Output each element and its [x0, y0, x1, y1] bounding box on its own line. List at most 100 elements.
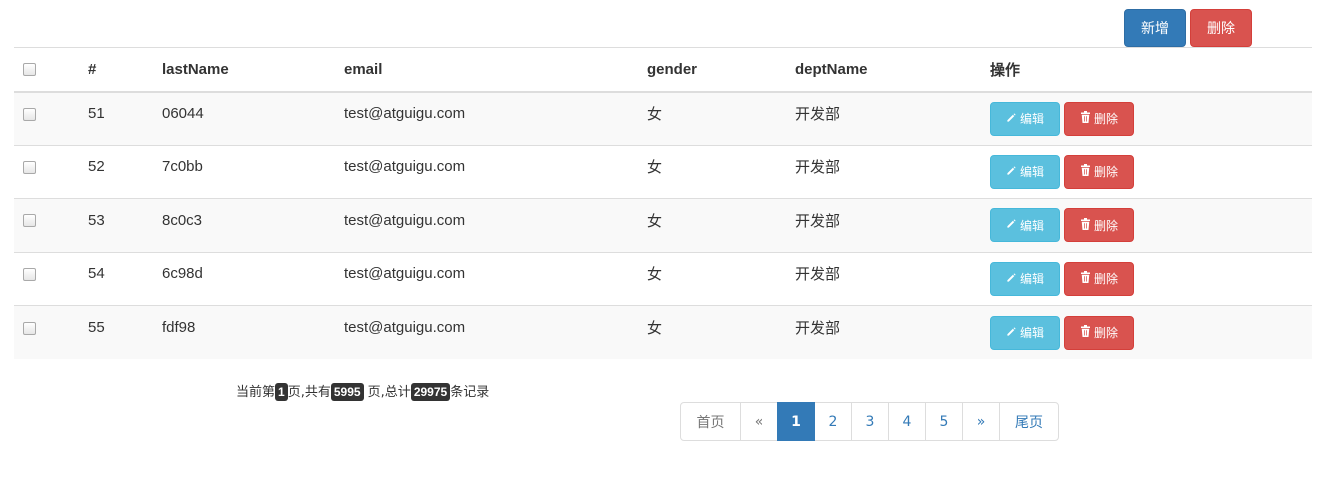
delete-label: 删除: [1093, 218, 1118, 233]
dept-name-text: 开发部: [795, 159, 841, 177]
delete-button[interactable]: 删除: [1064, 261, 1134, 296]
pagination: 首页 « 1 2 3 4 5 » 尾页: [680, 402, 1059, 441]
last-name-text: 7c0bb: [162, 158, 203, 176]
cell-id: 55: [88, 306, 162, 360]
last-name-text: 06044: [162, 105, 204, 122]
cell-id: 53: [88, 199, 162, 253]
pencil-icon: [1006, 218, 1017, 232]
cell-email: test@atguigu.com: [344, 92, 647, 146]
cell-gender: 女: [647, 199, 795, 253]
cell-actions: 编辑 删除: [990, 306, 1312, 360]
last-name-text: fdf98: [162, 319, 196, 336]
dept-name-text: 开发部: [795, 212, 841, 230]
gender-text: 女: [647, 320, 663, 337]
add-button[interactable]: 新增: [1124, 9, 1186, 47]
id-text: 51: [88, 105, 105, 122]
cell-last-name: fdf98: [162, 306, 344, 360]
last-page-link[interactable]: 尾页: [999, 402, 1059, 441]
page-link-2[interactable]: 2: [814, 402, 852, 441]
edit-label: 编辑: [1019, 112, 1044, 126]
page-info-mid1: 页,共有: [287, 385, 331, 400]
edit-label: 编辑: [1019, 272, 1044, 287]
edit-label: 编辑: [1019, 165, 1044, 180]
edit-button[interactable]: 编辑: [990, 154, 1060, 189]
select-all-checkbox[interactable]: [23, 63, 36, 77]
row-checkbox[interactable]: [23, 160, 36, 174]
delete-label: 删除: [1093, 272, 1118, 287]
table-row: 52 7c0bb test@atguigu.com 女 开发部 编辑 删除: [14, 145, 1312, 199]
edit-button[interactable]: 编辑: [990, 208, 1060, 243]
first-page-link[interactable]: 首页: [680, 402, 741, 441]
pencil-icon: [1006, 272, 1017, 286]
header-last-name: lastName: [162, 60, 229, 78]
trash-icon: [1080, 271, 1091, 286]
delete-button[interactable]: 删除: [1064, 208, 1134, 243]
edit-button[interactable]: 编辑: [990, 261, 1060, 296]
pencil-icon: [1006, 326, 1017, 340]
prev-page-link[interactable]: «: [740, 402, 778, 441]
row-checkbox[interactable]: [23, 321, 36, 335]
edit-label: 编辑: [1019, 326, 1044, 340]
page-link-3[interactable]: 3: [851, 402, 889, 441]
employee-table: # lastName email gender deptName 操作 51 06…: [14, 47, 1312, 359]
cell-email: test@atguigu.com: [344, 306, 647, 360]
delete-all-button[interactable]: 删除: [1190, 9, 1252, 47]
page-link-4[interactable]: 4: [888, 402, 926, 441]
pencil-icon: [1006, 112, 1017, 126]
header-gender: gender: [647, 60, 698, 78]
cell-actions: 编辑 删除: [990, 252, 1312, 306]
table-body: 51 06044 test@atguigu.com 女开发部 编辑 删除 52 7c0bb te…: [14, 91, 1312, 360]
cell-dept-name: 开发部: [795, 145, 990, 199]
gender-text: 女: [647, 212, 663, 230]
row-actions: 编辑 删除: [990, 154, 1312, 189]
delete-button[interactable]: 删除: [1064, 315, 1134, 350]
row-checkbox-cell: [14, 252, 88, 306]
edit-button[interactable]: 编辑: [990, 315, 1060, 350]
row-checkbox[interactable]: [23, 214, 36, 228]
edit-button[interactable]: 编辑: [990, 101, 1060, 136]
page-info-mid2: 页,总计: [363, 385, 411, 400]
cell-actions: 编辑 删除: [990, 145, 1312, 199]
id-text: 54: [88, 265, 105, 283]
next-page-link[interactable]: »: [962, 402, 1000, 441]
row-actions: 编辑 删除: [990, 315, 1312, 350]
page-info-suffix: 条记录: [450, 385, 490, 400]
page-link-5[interactable]: 5: [925, 402, 963, 441]
cell-dept-name: 开发部: [795, 92, 990, 146]
delete-button[interactable]: 删除: [1064, 101, 1134, 136]
cell-gender: 女: [647, 306, 795, 360]
row-actions: 编辑 删除: [990, 208, 1312, 243]
toolbar: 新增 删除: [1124, 9, 1252, 47]
header-email: email: [344, 60, 383, 78]
email-text: test@atguigu.com: [344, 265, 466, 283]
edit-label: 编辑: [1019, 218, 1044, 233]
cell-id: 51: [88, 92, 162, 146]
row-checkbox-cell: [14, 306, 88, 360]
row-checkbox[interactable]: [23, 107, 36, 121]
row-checkbox-cell: [14, 92, 88, 146]
header-dept-name: deptName: [795, 60, 868, 78]
row-checkbox-cell: [14, 199, 88, 253]
delete-button[interactable]: 删除: [1064, 154, 1134, 189]
cell-dept-name: 开发部: [795, 306, 990, 360]
cell-last-name: 6c98d: [162, 252, 344, 306]
table-header-row: # lastName email gender deptName 操作: [14, 47, 1312, 92]
header-id: #: [88, 60, 97, 78]
email-text: test@atguigu.com: [344, 211, 466, 229]
cell-dept-name: 开发部: [795, 252, 990, 306]
cell-actions: 编辑 删除: [990, 92, 1312, 146]
page-info: 当前第 1 页,共有 5995 页,总计 29975 条记录: [236, 381, 489, 401]
row-checkbox-cell: [14, 145, 88, 199]
page-link-1[interactable]: 1: [777, 402, 815, 441]
delete-label: 删除: [1093, 326, 1118, 340]
id-text: 52: [88, 158, 105, 176]
id-text: 55: [88, 319, 105, 336]
table-row: 53 8c0c3 test@atguigu.com 女 开发部 编辑 删除: [14, 198, 1312, 253]
table-row: 54 6c98d test@atguigu.com 女 开发部 编辑 删除: [14, 252, 1312, 306]
last-name-text: 6c98d: [162, 265, 203, 283]
row-checkbox[interactable]: [23, 267, 36, 281]
cell-actions: 编辑 删除: [990, 199, 1312, 253]
cell-id: 54: [88, 252, 162, 306]
cell-id: 52: [88, 145, 162, 199]
cell-email: test@atguigu.com: [344, 199, 647, 253]
